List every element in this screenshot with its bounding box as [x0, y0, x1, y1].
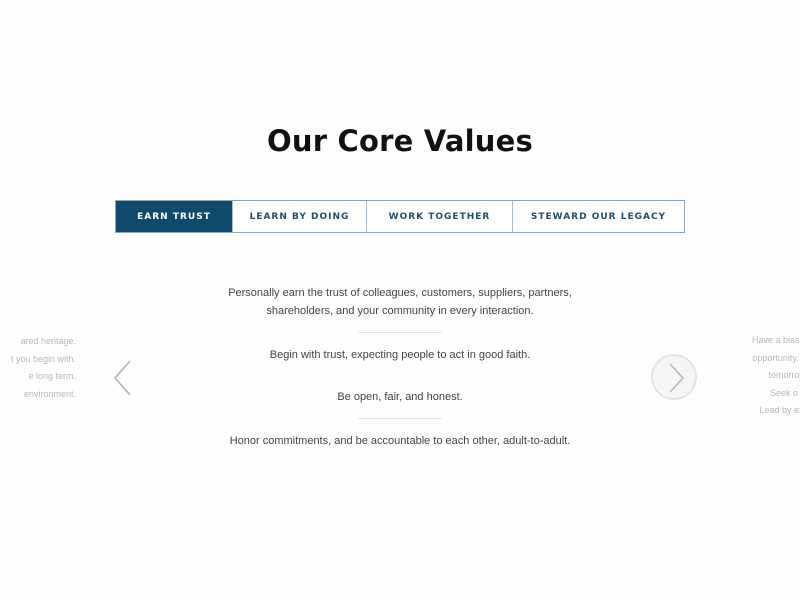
divider	[358, 332, 442, 333]
divider	[358, 418, 442, 419]
next-slide-button[interactable]	[651, 354, 697, 400]
value-statement: Be open, fair, and honest.	[337, 391, 463, 403]
tab-earn-trust[interactable]: EARN TRUST	[116, 201, 233, 232]
chevron-left-icon	[113, 360, 131, 396]
tab-learn-by-doing[interactable]: LEARN BY DOING	[233, 201, 367, 232]
core-values-page: Our Core Values EARN TRUST LEARN BY DOIN…	[0, 0, 800, 600]
value-statement-cont: shareholders, and your community in ever…	[266, 305, 534, 317]
peek-line: t you begin with.	[10, 353, 76, 364]
peek-line: ared heritage.	[20, 336, 76, 346]
peek-line: Seek o	[769, 387, 799, 398]
value-statement: Honor commitments, and be accountable to…	[229, 435, 571, 447]
values-tabs: EARN TRUST LEARN BY DOING WORK TOGETHER …	[115, 200, 685, 233]
page-title: Our Core Values	[267, 124, 533, 158]
tab-work-together[interactable]: WORK TOGETHER	[367, 201, 513, 232]
next-slide-peek: Have a bias tow opportunity. Get tomorro…	[724, 332, 800, 420]
tab-steward-our-legacy[interactable]: STEWARD OUR LEGACY	[513, 201, 684, 232]
peek-line: opportunity. Get	[752, 352, 800, 363]
value-statement: Begin with trust, expecting people to ac…	[269, 349, 531, 361]
previous-slide-button[interactable]	[110, 358, 138, 398]
peek-line: environment.	[23, 388, 76, 399]
previous-slide-peek: ared heritage. t you begin with. e long …	[11, 333, 76, 403]
peek-line: e long term.	[28, 371, 76, 381]
peek-line: Lead by exa	[759, 405, 800, 415]
peek-line: tomorro	[768, 370, 800, 380]
chevron-right-icon	[669, 363, 685, 393]
current-slide: Personally earn the trust of colleagues,…	[160, 284, 640, 450]
value-statement: Personally earn the trust of colleagues,…	[228, 287, 572, 299]
peek-line: Have a bias tow	[751, 335, 800, 345]
